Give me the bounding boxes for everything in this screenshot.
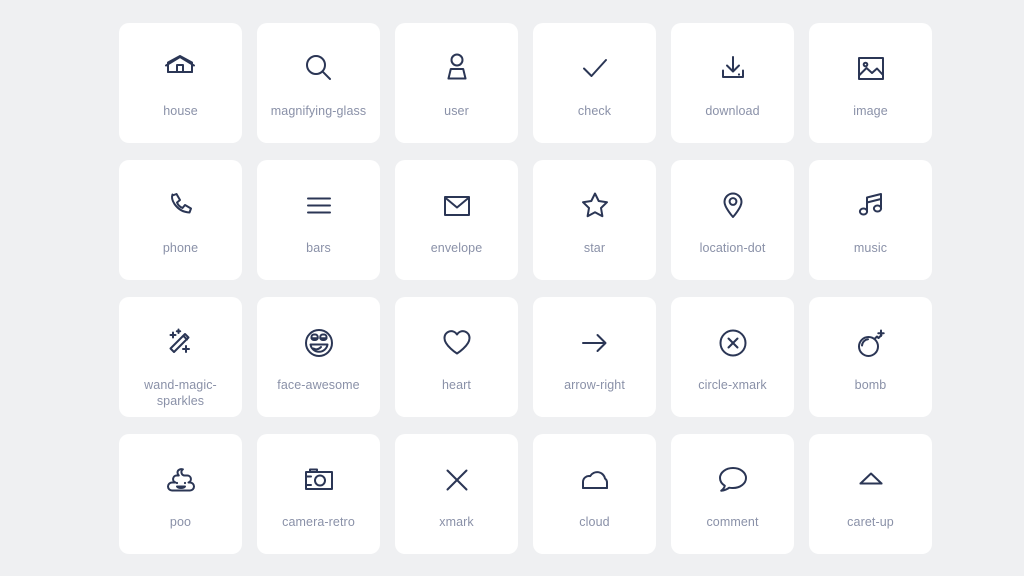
face-awesome-icon	[299, 323, 339, 363]
cloud-icon	[575, 460, 615, 500]
icon-label: image	[853, 104, 888, 118]
icon-card-image[interactable]: image	[809, 23, 932, 143]
icon-label: music	[853, 241, 888, 255]
icon-label: caret-up	[847, 515, 894, 529]
icon-card-phone[interactable]: phone	[119, 160, 242, 280]
caret-up-icon	[851, 460, 891, 500]
icon-label: face-awesome	[277, 378, 360, 392]
icon-card-house[interactable]: house	[119, 23, 242, 143]
icon-label: location-dot	[699, 241, 766, 255]
icon-card-wand-magic-sparkles[interactable]: wand-magic-sparkles	[119, 297, 242, 417]
star-icon	[575, 186, 615, 226]
icon-label: envelope	[430, 241, 483, 255]
icon-label: star	[583, 241, 606, 255]
icon-card-magnifying-glass[interactable]: magnifying-glass	[257, 23, 380, 143]
check-icon	[575, 49, 615, 89]
icon-card-arrow-right[interactable]: arrow-right	[533, 297, 656, 417]
icon-label: wand-magic-sparkles	[144, 378, 217, 408]
icon-card-envelope[interactable]: envelope	[395, 160, 518, 280]
icon-card-location-dot[interactable]: location-dot	[671, 160, 794, 280]
user-icon	[437, 49, 477, 89]
icon-card-bars[interactable]: bars	[257, 160, 380, 280]
house-icon	[161, 49, 201, 89]
icon-label: comment	[706, 515, 759, 529]
icon-card-cloud[interactable]: cloud	[533, 434, 656, 554]
bars-icon	[299, 186, 339, 226]
wand-magic-sparkles-icon	[161, 323, 201, 363]
icon-label: bomb	[854, 378, 887, 392]
camera-retro-icon	[299, 460, 339, 500]
icon-card-music[interactable]: music	[809, 160, 932, 280]
icon-label: user	[444, 104, 469, 118]
icon-card-face-awesome[interactable]: face-awesome	[257, 297, 380, 417]
icon-label: camera-retro	[282, 515, 355, 529]
circle-xmark-icon	[713, 323, 753, 363]
icon-label: download	[705, 104, 760, 118]
magnifying-glass-icon	[299, 49, 339, 89]
icon-label: magnifying-glass	[270, 104, 367, 118]
icon-card-caret-up[interactable]: caret-up	[809, 434, 932, 554]
icon-card-check[interactable]: check	[533, 23, 656, 143]
music-icon	[851, 186, 891, 226]
icon-label: xmark	[439, 515, 474, 529]
poo-icon	[161, 460, 201, 500]
phone-icon	[161, 186, 201, 226]
icon-card-bomb[interactable]: bomb	[809, 297, 932, 417]
location-dot-icon	[713, 186, 753, 226]
icon-label: circle-xmark	[698, 378, 767, 392]
icon-label: house	[163, 104, 198, 118]
download-icon	[713, 49, 753, 89]
icon-gallery-grid: house magnifying-glass user check download im…	[119, 23, 932, 554]
comment-icon	[713, 460, 753, 500]
icon-card-xmark[interactable]: xmark	[395, 434, 518, 554]
icon-label: arrow-right	[564, 378, 625, 392]
icon-card-poo[interactable]: poo	[119, 434, 242, 554]
xmark-icon	[437, 460, 477, 500]
envelope-icon	[437, 186, 477, 226]
icon-card-heart[interactable]: heart	[395, 297, 518, 417]
icon-label: check	[577, 104, 612, 118]
icon-label: cloud	[579, 515, 610, 529]
icon-card-download[interactable]: download	[671, 23, 794, 143]
arrow-right-icon	[575, 323, 615, 363]
bomb-icon	[851, 323, 891, 363]
icon-card-circle-xmark[interactable]: circle-xmark	[671, 297, 794, 417]
icon-card-user[interactable]: user	[395, 23, 518, 143]
heart-icon	[437, 323, 477, 363]
icon-label: bars	[306, 241, 331, 255]
icon-label: poo	[169, 515, 192, 529]
icon-card-star[interactable]: star	[533, 160, 656, 280]
icon-card-camera-retro[interactable]: camera-retro	[257, 434, 380, 554]
icon-label: heart	[442, 378, 471, 392]
icon-label: phone	[162, 241, 199, 255]
icon-card-comment[interactable]: comment	[671, 434, 794, 554]
image-icon	[851, 49, 891, 89]
